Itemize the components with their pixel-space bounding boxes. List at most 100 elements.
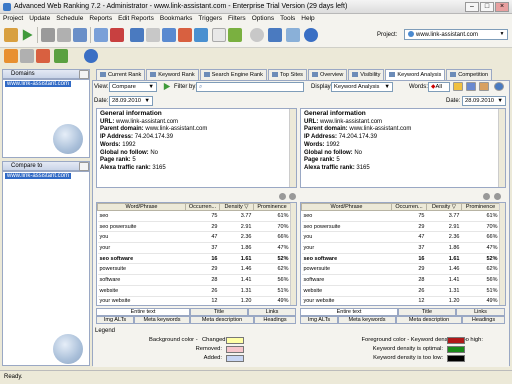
project-select[interactable]: www.link-assistant.com ▼: [404, 29, 508, 40]
chart-icon[interactable]: [228, 28, 242, 42]
tab-overview[interactable]: Overview: [307, 69, 348, 80]
table-row[interactable]: your 37 1.86 47%: [301, 242, 500, 254]
tab-meta-keywords[interactable]: Meta keywords: [338, 316, 396, 324]
copy-icon[interactable]: [146, 28, 160, 42]
table-row[interactable]: your 37 1.86 47%: [97, 242, 291, 254]
monitor-icon[interactable]: [268, 28, 282, 42]
compare-panel-menu-icon[interactable]: [79, 162, 89, 171]
options-dot-icon[interactable]: [483, 193, 490, 200]
filter-input[interactable]: ⌕: [196, 82, 304, 92]
menu-schedule[interactable]: Schedule: [53, 14, 86, 23]
tab-entire-text[interactable]: Entire text: [96, 308, 190, 316]
database-icon[interactable]: [162, 28, 176, 42]
tab-title[interactable]: Title: [398, 308, 456, 316]
info-right-scrollbar[interactable]: [498, 109, 505, 187]
menu-options[interactable]: Options: [249, 14, 277, 23]
compare-item[interactable]: www.link-assistant.com: [3, 172, 89, 180]
help-icon-2[interactable]: [84, 49, 98, 63]
toolbar-small-icon-3[interactable]: [479, 82, 489, 91]
settings-icon[interactable]: [250, 28, 264, 42]
tab-search-engine-rank[interactable]: Search Engine Rank: [199, 69, 267, 80]
tab-visibility[interactable]: Visibility: [348, 69, 385, 80]
col-prominence[interactable]: Prominence: [461, 203, 500, 211]
col-density[interactable]: Density ▽: [426, 203, 462, 211]
minimize-button[interactable]: –: [465, 2, 479, 12]
tab-img-alts[interactable]: Img ALTs: [96, 316, 134, 324]
export-icon[interactable]: [110, 28, 124, 42]
table-row[interactable]: seo 75 3.77 61%: [97, 210, 291, 222]
tab-top-sites[interactable]: Top Sites: [267, 69, 307, 80]
menu-edit-reports[interactable]: Edit Reports: [115, 14, 157, 23]
left-date-picker[interactable]: 28.09.2010 ▼: [109, 96, 153, 106]
toolbar-row2-icon[interactable]: [4, 49, 18, 63]
col-prominence[interactable]: Prominence: [253, 203, 291, 211]
menu-project[interactable]: Project: [0, 14, 26, 23]
table-row[interactable]: seo powersuite 29 2.91 70%: [301, 221, 500, 233]
table-row[interactable]: you 47 2.36 66%: [301, 231, 500, 244]
tab-headings[interactable]: Headings: [254, 316, 296, 324]
view-select[interactable]: Compare ▼: [109, 82, 157, 92]
table-row[interactable]: your website 12 1.20 49%: [301, 296, 500, 305]
options-dot-icon[interactable]: [494, 193, 501, 200]
tab-img-alts[interactable]: Img ALTs: [300, 316, 338, 324]
table-row[interactable]: your website 12 1.20 49%: [97, 296, 291, 305]
menu-help[interactable]: Help: [298, 14, 317, 23]
report-icon[interactable]: [94, 28, 108, 42]
menu-bookmarks[interactable]: Bookmarks: [157, 14, 196, 23]
table-row[interactable]: seo powersuite 29 2.91 70%: [97, 221, 291, 233]
stop-icon[interactable]: [57, 28, 71, 42]
table-right-scrollbar[interactable]: [499, 203, 505, 305]
col-density[interactable]: Density ▽: [219, 203, 254, 211]
tab-entire-text[interactable]: Entire text: [300, 308, 398, 316]
new-project-icon[interactable]: [4, 28, 18, 42]
toolbar-row2-icon-2[interactable]: [20, 49, 34, 63]
tab-competition[interactable]: Competition: [446, 69, 493, 80]
table-row[interactable]: software 28 1.41 56%: [97, 274, 291, 286]
info-left-scrollbar[interactable]: [289, 109, 296, 187]
pause-icon[interactable]: [41, 28, 55, 42]
toolbar-row2-icon-3[interactable]: [36, 49, 50, 63]
schedule-icon[interactable]: [73, 28, 87, 42]
tab-current-rank[interactable]: Current Rank: [96, 69, 146, 80]
tab-meta-description[interactable]: Meta description: [396, 316, 462, 324]
table-row[interactable]: powersuite 29 1.46 62%: [301, 263, 500, 276]
menu-tools[interactable]: Tools: [277, 14, 298, 23]
edit-report-icon[interactable]: [130, 28, 144, 42]
toolbar-small-icon-1[interactable]: [453, 82, 463, 91]
table-row[interactable]: software 28 1.41 56%: [301, 274, 500, 286]
display-select[interactable]: Keyword Analysis ▼: [331, 82, 393, 92]
image-icon[interactable]: [286, 28, 300, 42]
domain-item[interactable]: www.link-assistant.com: [3, 80, 89, 88]
right-date-picker[interactable]: 28.09.2010 ▼: [462, 96, 506, 106]
table-row[interactable]: seo software 16 1.61 52%: [301, 253, 500, 265]
table-row[interactable]: website 26 1.31 51%: [97, 285, 291, 297]
col-word[interactable]: Word/Phrase: [301, 203, 392, 211]
menu-triggers[interactable]: Triggers: [195, 14, 225, 23]
tab-title[interactable]: Title: [190, 308, 248, 316]
tab-links[interactable]: Links: [248, 308, 296, 316]
help-icon-3[interactable]: [494, 82, 504, 91]
page-icon[interactable]: [212, 28, 226, 42]
tab-headings[interactable]: Headings: [462, 316, 505, 324]
table-row[interactable]: seo software 16 1.61 52%: [97, 253, 291, 265]
globe-icon[interactable]: [194, 28, 208, 42]
options-dot-icon[interactable]: [289, 193, 296, 200]
menu-update[interactable]: Update: [26, 14, 53, 23]
domains-panel-menu-icon[interactable]: [79, 70, 89, 79]
table-row[interactable]: website 26 1.31 51%: [301, 285, 500, 297]
table-row[interactable]: seo 75 3.77 61%: [301, 210, 500, 222]
toolbar-row2-icon-4[interactable]: [54, 49, 68, 63]
tab-meta-description[interactable]: Meta description: [190, 316, 254, 324]
menu-filters[interactable]: Filters: [225, 14, 249, 23]
close-button[interactable]: ×: [495, 2, 509, 12]
words-all-button[interactable]: ◆All: [428, 82, 450, 92]
filter-icon[interactable]: [178, 28, 192, 42]
tab-keyword-rank[interactable]: Keyword Rank: [146, 69, 199, 80]
tab-links[interactable]: Links: [456, 308, 505, 316]
options-dot-icon[interactable]: [279, 193, 286, 200]
col-occurrences[interactable]: Occurren...: [391, 203, 427, 211]
menu-reports[interactable]: Reports: [86, 14, 115, 23]
table-left-scrollbar[interactable]: [290, 203, 296, 305]
table-row[interactable]: powersuite 29 1.46 62%: [97, 263, 291, 276]
col-occurrences[interactable]: Occurren...: [185, 203, 220, 211]
